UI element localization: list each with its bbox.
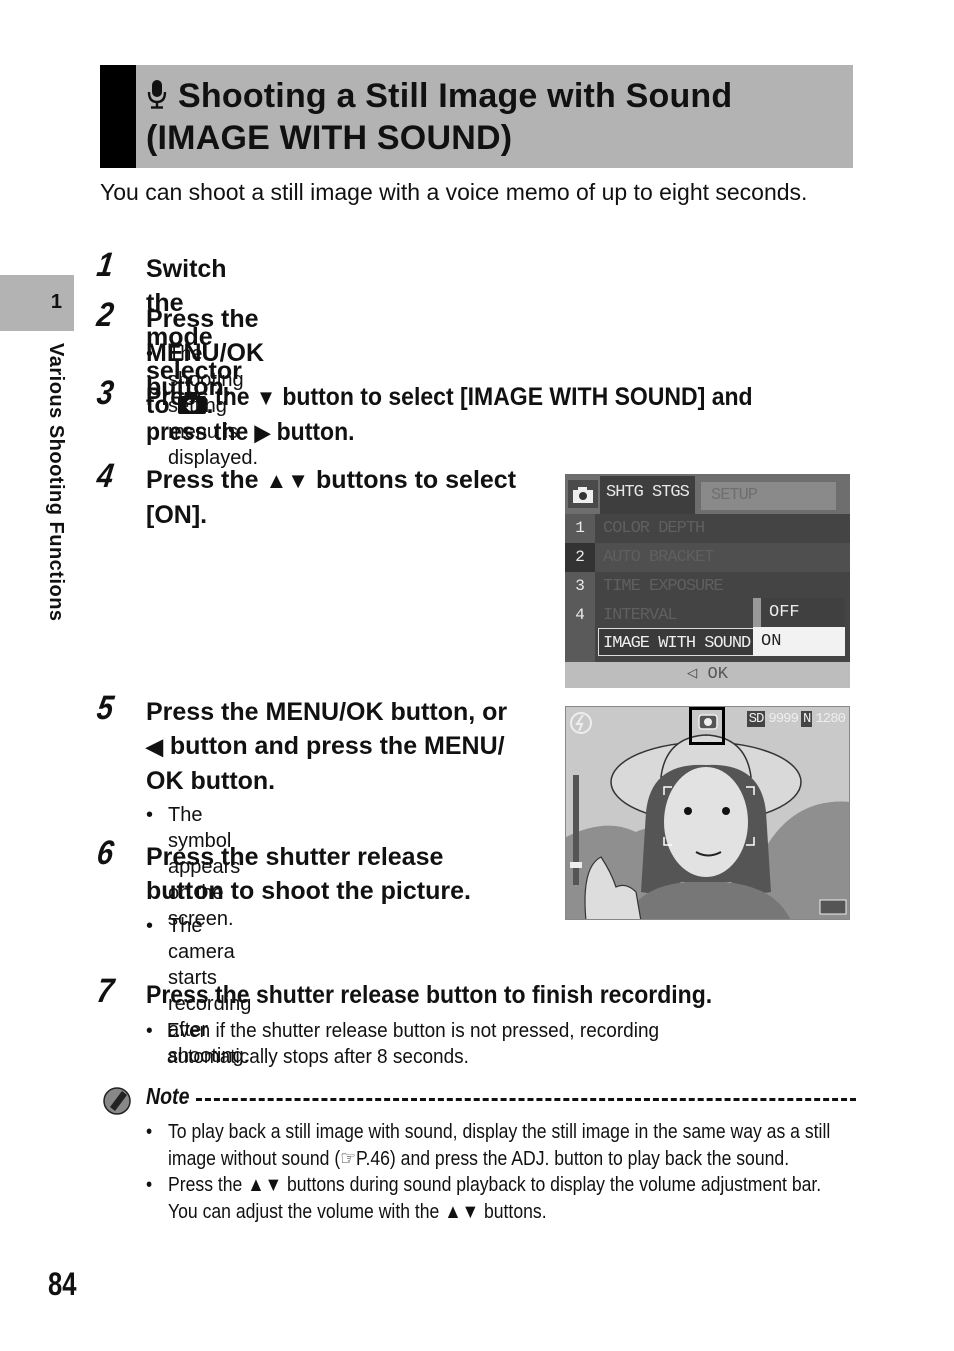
- step-text: Press the shutter release button to fini…: [146, 981, 713, 1009]
- page-reference-icon: ☞: [340, 1148, 356, 1170]
- step-text: Press the ▲▼ buttons to select [ON].: [146, 466, 517, 529]
- camera-tab-icon: [568, 480, 598, 508]
- step-number: 1: [94, 246, 117, 284]
- tab-shooting-settings[interactable]: SHTG STGS: [600, 476, 695, 514]
- step-number: 5: [94, 689, 117, 727]
- note-pencil-icon: [103, 1087, 131, 1115]
- title-accent-bar: [100, 65, 136, 168]
- title-line-2: (IMAGE WITH SOUND): [146, 119, 513, 157]
- step-number: 2: [94, 296, 117, 334]
- menu-page-numbers: 1 2 3 4: [565, 514, 595, 630]
- camera-menu-screenshot: SHTG STGS SETUP 1 2 3 4 COLOR DEPTH AUTO…: [565, 474, 850, 688]
- chapter-title: Various Shooting Functions: [45, 343, 67, 622]
- step-number: 6: [94, 834, 117, 872]
- step-text: Press the MENU/OK button, or ◀ button an…: [146, 698, 508, 795]
- left-arrow-icon: ◀: [146, 734, 163, 759]
- remaining-shots: 9999: [768, 711, 799, 727]
- option-off[interactable]: OFF: [753, 598, 845, 627]
- sd-card-icon: SD: [746, 711, 766, 727]
- microphone-icon: [147, 80, 167, 109]
- menu-footer-ok: ◁ OK: [565, 662, 850, 688]
- page-number: 84: [48, 1266, 77, 1302]
- section-title-bar: Shooting a Still Image with Sound (IMAGE…: [100, 65, 853, 168]
- menu-item[interactable]: AUTO BRACKET: [595, 543, 850, 572]
- image-size: 1280: [815, 711, 846, 727]
- chapter-tab: 1: [0, 275, 74, 331]
- up-down-arrow-icon: ▲▼: [444, 1201, 480, 1223]
- up-down-arrow-icon: ▲▼: [265, 468, 310, 493]
- menu-item[interactable]: TIME EXPOSURE: [595, 572, 850, 601]
- up-down-arrow-icon: ▲▼: [247, 1174, 283, 1196]
- option-popup: OFF ON: [753, 598, 845, 656]
- step-number: 4: [94, 457, 117, 495]
- note-header: Note: [100, 1083, 856, 1115]
- status-readout: SD 9999 N 1280: [744, 711, 846, 727]
- tab-setup[interactable]: SETUP: [701, 482, 836, 510]
- note-divider: [196, 1098, 856, 1101]
- step-number: 3: [94, 374, 117, 412]
- chapter-number: 1: [50, 291, 62, 313]
- right-arrow-icon: ▶: [254, 420, 271, 445]
- step-text: Press the ▼ button to select [IMAGE WITH…: [146, 380, 808, 450]
- image-with-sound-indicator: [689, 707, 725, 745]
- down-arrow-icon: ▼: [255, 385, 276, 410]
- quality-badge: N: [800, 711, 813, 727]
- page-title: Shooting a Still Image with Sound (IMAGE…: [146, 75, 846, 159]
- title-line-1: Shooting a Still Image with Sound: [178, 77, 733, 115]
- step-number: 7: [94, 972, 117, 1010]
- step-text: Press the shutter release button to shoo…: [146, 843, 471, 905]
- note-label: Note: [146, 1083, 190, 1109]
- intro-text: You can shoot a still image with a voice…: [100, 179, 808, 205]
- menu-item-selected[interactable]: IMAGE WITH SOUND: [598, 628, 758, 656]
- page-reference-link[interactable]: P.46: [356, 1148, 390, 1170]
- camera-preview-screenshot: SD 9999 N 1280: [565, 706, 850, 920]
- option-on[interactable]: ON: [753, 627, 845, 656]
- menu-item[interactable]: COLOR DEPTH: [595, 514, 850, 543]
